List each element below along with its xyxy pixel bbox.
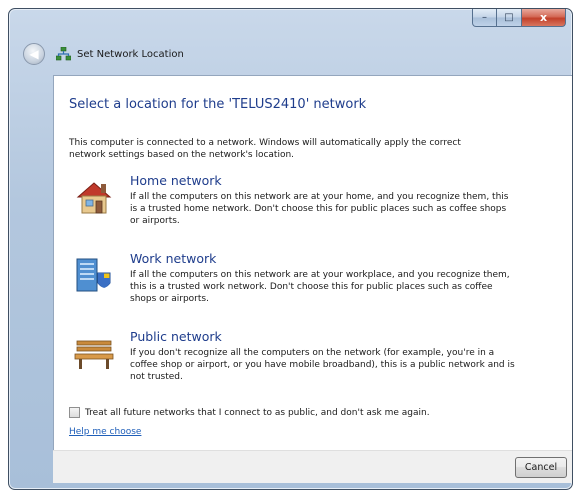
intro-text: This computer is connected to a network.… — [69, 138, 461, 160]
house-icon — [74, 177, 114, 217]
dialog-footer: Cancel — [53, 450, 572, 483]
treat-as-public-label: Treat all future networks that I connect… — [85, 407, 430, 418]
public-network-title: Public network — [130, 329, 222, 344]
home-network-description: If all the computers on this network are… — [130, 192, 509, 226]
park-bench-icon — [74, 333, 114, 373]
network-icon — [56, 47, 71, 61]
work-network-option[interactable]: Work network If all the computers on thi… — [74, 251, 554, 321]
caption-buttons: – □ x — [472, 9, 566, 28]
treat-as-public-row[interactable]: Treat all future networks that I connect… — [69, 407, 430, 418]
minimize-button[interactable]: – — [472, 9, 497, 27]
dialog-window: – □ x ◀ Set Network Location Select a lo… — [8, 8, 573, 490]
work-network-description: If all the computers on this network are… — [130, 270, 510, 304]
cancel-button[interactable]: Cancel — [515, 457, 567, 478]
window-title: Set Network Location — [77, 48, 184, 60]
home-network-option[interactable]: Home network If all the computers on thi… — [74, 173, 554, 243]
page-title: Select a location for the 'TELUS2410' ne… — [69, 97, 367, 112]
treat-as-public-checkbox[interactable] — [69, 407, 80, 418]
maximize-button[interactable]: □ — [497, 9, 522, 27]
close-button[interactable]: x — [522, 9, 566, 27]
office-building-icon — [74, 255, 114, 295]
back-arrow-icon: ◀ — [29, 47, 39, 61]
public-network-option[interactable]: Public network If you don't recognize al… — [74, 329, 554, 399]
back-button[interactable]: ◀ — [23, 43, 45, 65]
content-pane: Select a location for the 'TELUS2410' ne… — [53, 75, 572, 450]
home-network-title: Home network — [130, 173, 222, 188]
help-me-choose-link[interactable]: Help me choose — [69, 427, 141, 437]
public-network-description: If you don't recognize all the computers… — [130, 348, 515, 382]
work-network-title: Work network — [130, 251, 217, 266]
title-row: ◀ Set Network Location — [23, 41, 184, 67]
